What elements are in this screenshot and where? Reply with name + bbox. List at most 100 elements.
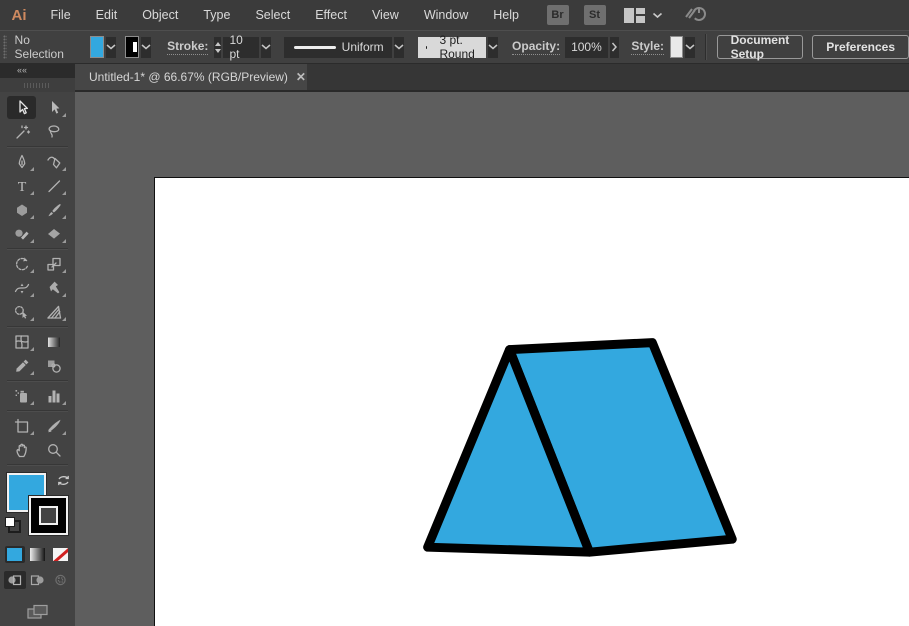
brush-dropdown[interactable]: 3 pt. Round [418,37,486,58]
workspace-switcher-icon[interactable] [624,8,646,23]
menu-view[interactable]: View [359,0,411,30]
tool-paintbrush[interactable] [39,198,68,221]
toolbar-drag-grip[interactable] [0,78,75,92]
tool-magic-wand[interactable] [7,120,36,143]
color-mode-swatch [7,548,22,561]
draw-mode-buttons [0,571,75,589]
tool-shape-builder[interactable] [7,300,36,323]
stroke-weight-stepper[interactable] [214,37,221,58]
menu-help[interactable]: Help [481,0,532,30]
tool-eyedropper[interactable] [7,354,36,377]
default-fill-stroke-icon[interactable] [5,517,21,533]
tool-scale[interactable] [39,252,68,275]
fill-stroke-block [0,473,75,537]
tool-zoom[interactable] [39,438,68,461]
style-label[interactable]: Style: [631,39,664,55]
fill-color-chevron-down-icon[interactable] [106,37,116,58]
control-bar: No Selection Stroke: 10 pt Uniform 3 pt.… [0,30,909,64]
tool-polygon-shape[interactable] [7,198,36,221]
tool-puppet-warp[interactable] [39,276,68,299]
artboard[interactable] [154,177,909,626]
tool-perspective-grid[interactable] [39,300,68,323]
tools-panel: T [0,92,75,626]
gradient-mode-button[interactable] [28,546,48,563]
stroke-weight-label[interactable]: Stroke: [167,39,208,55]
workspace-chevron-down-icon[interactable] [652,12,663,19]
toolbar-panel-header: «« [0,64,75,92]
stock-button[interactable]: St [584,5,606,25]
tool-lasso[interactable] [39,120,68,143]
stroke-indicator[interactable] [29,496,68,535]
color-mode-button[interactable] [5,546,25,563]
document-tab-bar: Untitled-1* @ 66.67% (RGB/Preview) ✕ [75,64,909,92]
tool-eraser[interactable] [39,222,68,245]
fill-color-swatch[interactable] [90,36,104,58]
tool-type[interactable]: T [7,174,36,197]
width-profile-preview [294,46,336,49]
main-area: T [0,92,909,626]
stroke-weight-chevron-down-icon[interactable] [261,37,271,58]
none-mode-swatch [53,548,68,561]
control-bar-divider [705,34,707,60]
canvas-pasteboard[interactable] [75,92,909,626]
tool-artboard[interactable] [7,414,36,437]
stroke-color-chevron-down-icon[interactable] [141,37,151,58]
document-tab[interactable]: Untitled-1* @ 66.67% (RGB/Preview) ✕ [75,64,307,90]
width-profile-dropdown[interactable]: Uniform [284,37,392,58]
brush-chevron-down-icon[interactable] [488,37,498,58]
brush-preview-dot [426,46,428,49]
menu-object[interactable]: Object [130,0,191,30]
tool-direct-selection[interactable] [39,96,68,119]
screen-mode-button[interactable] [0,603,75,621]
control-bar-grip[interactable] [3,35,7,59]
style-swatch[interactable] [670,36,683,58]
tool-gradient[interactable] [39,330,68,353]
tool-selection[interactable] [7,96,36,119]
opacity-chevron-right-icon[interactable] [610,37,620,58]
width-profile-chevron-down-icon[interactable] [394,37,404,58]
preferences-button[interactable]: Preferences [812,35,909,59]
stroke-color-swatch[interactable] [125,36,139,58]
tool-blend[interactable] [39,354,68,377]
tool-symbol-sprayer[interactable] [7,384,36,407]
stroke-weight-value[interactable]: 10 pt [223,37,258,58]
menu-effect[interactable]: Effect [303,0,360,30]
menu-select[interactable]: Select [243,0,303,30]
tool-rotate[interactable] [7,252,36,275]
cc-sync-icon[interactable] [683,4,709,27]
opacity-label[interactable]: Opacity: [512,39,560,55]
selection-status: No Selection [15,33,64,61]
tab-row: «« Untitled-1* @ 66.67% (RGB/Preview) ✕ [0,64,909,92]
none-mode-button[interactable] [51,546,71,563]
menu-file[interactable]: File [38,0,83,30]
bridge-button[interactable]: Br [547,5,569,25]
tool-hand[interactable] [7,438,36,461]
tool-curvature[interactable] [39,150,68,173]
toolbar-collapse-button[interactable]: «« [0,64,75,78]
tool-width[interactable] [7,276,36,299]
artboard-shape-svg [155,178,909,626]
tool-shaper[interactable] [7,222,36,245]
document-setup-button[interactable]: Document Setup [717,35,804,59]
menu-window[interactable]: Window [411,0,480,30]
menu-bar: Ai File Edit Object Type Select Effect V… [0,0,909,30]
draw-inside-button[interactable] [50,571,72,589]
gradient-mode-swatch [30,548,45,561]
tab-close-icon[interactable]: ✕ [296,70,306,84]
menu-edit[interactable]: Edit [83,0,130,30]
svg-text:T: T [17,180,26,195]
tool-mesh[interactable] [7,330,36,353]
menu-type[interactable]: Type [191,0,243,30]
draw-normal-button[interactable] [4,571,26,589]
tool-pen[interactable] [7,150,36,173]
tool-slice[interactable] [39,414,68,437]
swap-fill-stroke-icon[interactable] [57,474,70,492]
tool-line-segment[interactable] [39,174,68,197]
app-logo: Ai [0,7,38,24]
paint-mode-buttons [0,546,75,563]
tool-column-graph[interactable] [39,384,68,407]
illustrator-window: Ai File Edit Object Type Select Effect V… [0,0,909,626]
draw-behind-button[interactable] [27,571,49,589]
opacity-value[interactable]: 100% [565,37,608,58]
style-chevron-down-icon[interactable] [685,37,695,58]
